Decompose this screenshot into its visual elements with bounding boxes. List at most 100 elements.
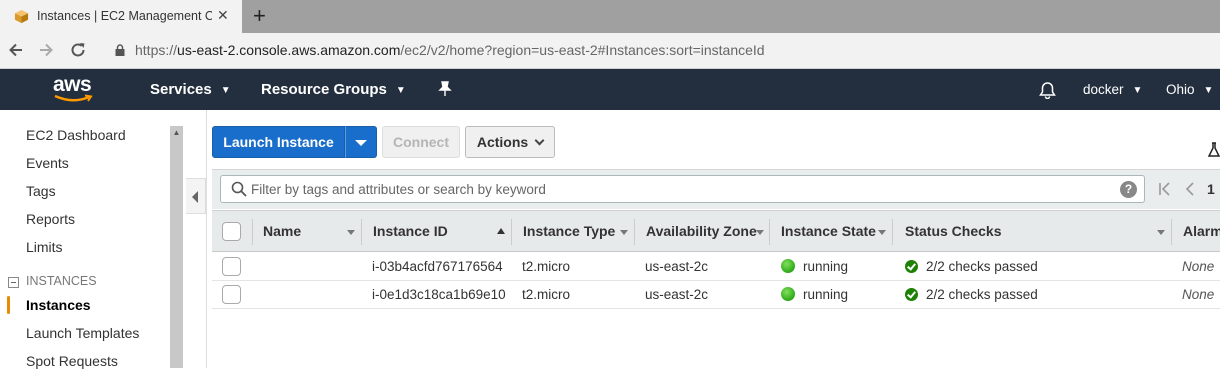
row-checkbox[interactable] xyxy=(222,285,241,304)
sort-caret-icon[interactable] xyxy=(347,230,355,235)
tab-close-icon[interactable]: ✕ xyxy=(217,7,229,24)
row-checkbox[interactable] xyxy=(222,257,241,276)
tab-title: Instances | EC2 Management Console xyxy=(37,9,212,23)
column-divider xyxy=(634,219,635,245)
aws-logo-text: aws xyxy=(53,73,92,96)
running-status-icon xyxy=(781,287,795,301)
sidebar-scrollbar[interactable] xyxy=(170,126,183,368)
region-label: Ohio xyxy=(1166,82,1195,97)
url-field[interactable]: https://us-east-2.console.aws.amazon.com… xyxy=(135,42,765,58)
availability-zone: us-east-2c xyxy=(645,259,709,274)
user-label: docker xyxy=(1083,82,1124,97)
sidebar-item-instances[interactable]: Instances xyxy=(26,297,91,313)
forward-arrow-icon[interactable] xyxy=(37,41,55,59)
bell-icon[interactable] xyxy=(1039,81,1056,99)
browser-tab[interactable]: Instances | EC2 Management Console ✕ xyxy=(0,0,242,33)
availability-zone: us-east-2c xyxy=(645,287,709,302)
column-header-instance-state[interactable]: Instance State xyxy=(781,223,876,239)
status-checks: 2/2 checks passed xyxy=(926,259,1038,274)
check-passed-icon xyxy=(905,260,918,273)
active-indicator xyxy=(7,296,10,314)
region-menu[interactable]: Ohio ▼ xyxy=(1166,82,1213,97)
reload-icon[interactable] xyxy=(69,41,87,59)
status-checks: 2/2 checks passed xyxy=(926,287,1038,302)
column-header-instance-type[interactable]: Instance Type xyxy=(523,223,615,239)
search-box: ? xyxy=(220,175,1145,203)
resource-groups-label: Resource Groups xyxy=(261,81,387,98)
sidebar-section-instances: INSTANCES xyxy=(26,274,97,288)
column-header-name[interactable]: Name xyxy=(263,223,301,239)
sort-caret-icon[interactable] xyxy=(620,230,628,235)
previous-page-icon[interactable] xyxy=(1184,182,1196,196)
back-arrow-icon[interactable] xyxy=(7,41,25,59)
instance-id: i-03b4acfd767176564 xyxy=(372,259,503,274)
column-divider xyxy=(252,219,253,245)
sidebar-item-spot-requests[interactable]: Spot Requests xyxy=(26,353,118,369)
services-menu[interactable]: Services ▼ xyxy=(150,81,231,98)
sidebar-item-tags[interactable]: Tags xyxy=(26,183,56,199)
column-header-status-checks[interactable]: Status Checks xyxy=(905,223,1001,239)
lock-icon[interactable] xyxy=(115,44,125,56)
aws-cube-favicon-icon xyxy=(14,9,29,24)
sidebar-item-reports[interactable]: Reports xyxy=(26,211,75,227)
select-all-checkbox[interactable] xyxy=(222,222,241,241)
column-header-availability-zone[interactable]: Availability Zone xyxy=(646,223,757,239)
sidebar-collapse-button[interactable] xyxy=(186,178,206,214)
column-header-instance-id[interactable]: Instance ID xyxy=(373,223,448,239)
launch-instance-dropdown-button[interactable] xyxy=(345,126,377,158)
instance-type: t2.micro xyxy=(522,287,571,302)
connect-button[interactable]: Connect xyxy=(382,126,460,158)
user-menu[interactable]: docker ▼ xyxy=(1083,82,1142,97)
chevron-down-icon xyxy=(534,135,545,145)
url-host: us-east-2.console.aws.amazon.com xyxy=(177,42,401,58)
browser-address-bar: https://us-east-2.console.aws.amazon.com… xyxy=(0,33,1220,69)
column-divider xyxy=(1171,219,1172,245)
services-label: Services xyxy=(150,81,212,98)
column-divider xyxy=(361,219,362,245)
aws-console-header: aws Services ▼ Resource Groups ▼ docker ▼ O… xyxy=(0,69,1220,110)
chevron-down-icon: ▼ xyxy=(395,85,406,96)
pin-icon[interactable] xyxy=(438,81,452,97)
alarm-status[interactable]: None xyxy=(1182,259,1214,274)
chevron-down-icon: ▼ xyxy=(1203,85,1214,96)
launch-instance-button[interactable]: Launch Instance xyxy=(212,126,345,158)
help-icon[interactable]: ? xyxy=(1120,181,1137,198)
column-divider xyxy=(769,219,770,245)
actions-label: Actions xyxy=(476,134,529,150)
sidebar-item-ec2-dashboard[interactable]: EC2 Dashboard xyxy=(26,127,126,143)
page-number: 1 xyxy=(1207,181,1215,197)
aws-logo[interactable]: aws xyxy=(53,73,95,104)
instance-id: i-0e1d3c18ca1b69e10 xyxy=(372,287,506,302)
url-prefix: https:// xyxy=(135,42,178,58)
table-row[interactable]: i-0e1d3c18ca1b69e10 t2.micro us-east-2c … xyxy=(212,281,1220,309)
instance-state: running xyxy=(803,259,849,274)
search-input[interactable] xyxy=(251,179,1111,199)
alarm-status[interactable]: None xyxy=(1182,287,1214,302)
url-path: /ec2/v2/home?region=us-east-2#Instances:… xyxy=(400,42,765,58)
filter-bar: ? 1 xyxy=(212,169,1220,209)
sidebar-item-events[interactable]: Events xyxy=(26,155,69,171)
table-row[interactable]: i-03b4acfd767176564 t2.micro us-east-2c … xyxy=(212,253,1220,281)
instance-state: running xyxy=(803,287,849,302)
collapse-section-icon[interactable] xyxy=(8,277,19,288)
chevron-down-icon: ▼ xyxy=(1132,85,1143,96)
column-divider xyxy=(511,219,512,245)
new-tab-button[interactable]: + xyxy=(253,3,266,29)
browser-tab-strip: Instances | EC2 Management Console ✕ + xyxy=(0,0,1220,33)
check-passed-icon xyxy=(905,288,918,301)
sidebar-item-limits[interactable]: Limits xyxy=(26,239,63,255)
sort-caret-icon[interactable] xyxy=(1157,230,1165,235)
sort-ascending-icon[interactable] xyxy=(497,228,505,234)
scroll-up-arrow-icon[interactable]: ▲ xyxy=(170,128,183,137)
column-header-alarm[interactable]: Alarm xyxy=(1183,223,1220,239)
resource-groups-menu[interactable]: Resource Groups ▼ xyxy=(261,81,406,98)
search-icon xyxy=(231,181,247,197)
first-page-icon[interactable] xyxy=(1158,182,1172,196)
sort-caret-icon[interactable] xyxy=(878,230,886,235)
instance-type: t2.micro xyxy=(522,259,571,274)
sidebar-item-launch-templates[interactable]: Launch Templates xyxy=(26,325,139,341)
ec2-sidebar: EC2 Dashboard Events Tags Reports Limits… xyxy=(0,110,183,369)
sort-caret-icon[interactable] xyxy=(756,230,764,235)
actions-button[interactable]: Actions xyxy=(465,126,555,158)
flask-icon[interactable] xyxy=(1208,142,1220,158)
